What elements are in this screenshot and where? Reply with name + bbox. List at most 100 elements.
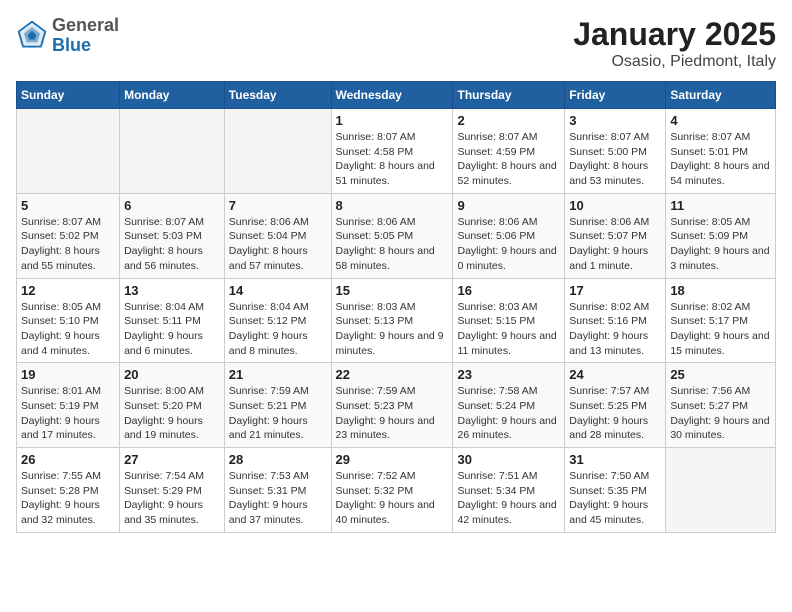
day-number: 28 (229, 452, 327, 467)
calendar-cell (666, 448, 776, 533)
day-info: Sunrise: 8:02 AM Sunset: 5:17 PM Dayligh… (670, 300, 771, 359)
calendar-cell: 20 Sunrise: 8:00 AM Sunset: 5:20 PM Dayli… (120, 363, 225, 448)
day-number: 22 (336, 367, 449, 382)
day-info: Sunrise: 8:00 AM Sunset: 5:20 PM Dayligh… (124, 384, 220, 443)
calendar-cell: 1Sunrise: 8:07 AM Sunset: 4:58 PM Daylig… (331, 109, 453, 194)
day-info: Sunrise: 8:04 AM Sunset: 5:11 PM Dayligh… (124, 300, 220, 359)
day-number: 10 (569, 198, 661, 213)
calendar-body: 1Sunrise: 8:07 AM Sunset: 4:58 PM Daylig… (17, 109, 776, 533)
day-number: 29 (336, 452, 449, 467)
day-number: 20 (124, 367, 220, 382)
day-number: 18 (670, 283, 771, 298)
calendar-cell: 7Sunrise: 8:06 AM Sunset: 5:04 PM Daylig… (224, 193, 331, 278)
calendar-cell: 11 Sunrise: 8:05 AM Sunset: 5:09 PM Dayli… (666, 193, 776, 278)
day-info: Sunrise: 8:03 AM Sunset: 5:13 PM Dayligh… (336, 300, 449, 359)
day-number: 30 (457, 452, 560, 467)
calendar-cell (17, 109, 120, 194)
calendar-cell: 24 Sunrise: 7:57 AM Sunset: 5:25 PM Dayli… (565, 363, 666, 448)
logo: General Blue (16, 16, 119, 56)
day-info: Sunrise: 7:55 AM Sunset: 5:28 PM Dayligh… (21, 469, 115, 528)
calendar-cell: 27Sunrise: 7:54 AM Sunset: 5:29 PM Dayli… (120, 448, 225, 533)
day-number: 24 (569, 367, 661, 382)
day-info: Sunrise: 7:52 AM Sunset: 5:32 PM Dayligh… (336, 469, 449, 528)
day-info: Sunrise: 7:51 AM Sunset: 5:34 PM Dayligh… (457, 469, 560, 528)
day-number: 5 (21, 198, 115, 213)
day-info: Sunrise: 7:50 AM Sunset: 5:35 PM Dayligh… (569, 469, 661, 528)
day-info: Sunrise: 8:03 AM Sunset: 5:15 PM Dayligh… (457, 300, 560, 359)
calendar-cell: 22 Sunrise: 7:59 AM Sunset: 5:23 PM Dayli… (331, 363, 453, 448)
calendar-cell: 18 Sunrise: 8:02 AM Sunset: 5:17 PM Dayli… (666, 278, 776, 363)
calendar-cell: 2Sunrise: 8:07 AM Sunset: 4:59 PM Daylig… (453, 109, 565, 194)
page-header: General Blue January 2025 Osasio, Piedmo… (16, 16, 776, 71)
day-info: Sunrise: 8:07 AM Sunset: 5:03 PM Dayligh… (124, 215, 220, 274)
calendar-title-block: January 2025 Osasio, Piedmont, Italy (573, 16, 776, 71)
calendar-cell: 3Sunrise: 8:07 AM Sunset: 5:00 PM Daylig… (565, 109, 666, 194)
calendar-cell: 8Sunrise: 8:06 AM Sunset: 5:05 PM Daylig… (331, 193, 453, 278)
week-row-1: 1Sunrise: 8:07 AM Sunset: 4:58 PM Daylig… (17, 109, 776, 194)
calendar-cell: 28 Sunrise: 7:53 AM Sunset: 5:31 PM Dayli… (224, 448, 331, 533)
day-number: 3 (569, 113, 661, 128)
day-number: 12 (21, 283, 115, 298)
week-row-3: 12 Sunrise: 8:05 AM Sunset: 5:10 PM Dayli… (17, 278, 776, 363)
calendar-cell: 6 Sunrise: 8:07 AM Sunset: 5:03 PM Daylig… (120, 193, 225, 278)
calendar-cell: 23 Sunrise: 7:58 AM Sunset: 5:24 PM Dayli… (453, 363, 565, 448)
day-of-week-friday: Friday (565, 82, 666, 109)
calendar-cell: 17 Sunrise: 8:02 AM Sunset: 5:16 PM Dayli… (565, 278, 666, 363)
week-row-2: 5 Sunrise: 8:07 AM Sunset: 5:02 PM Daylig… (17, 193, 776, 278)
calendar-cell: 26 Sunrise: 7:55 AM Sunset: 5:28 PM Dayli… (17, 448, 120, 533)
calendar-cell: 30 Sunrise: 7:51 AM Sunset: 5:34 PM Dayli… (453, 448, 565, 533)
logo-blue-text: Blue (52, 36, 119, 56)
day-info: Sunrise: 7:56 AM Sunset: 5:27 PM Dayligh… (670, 384, 771, 443)
calendar-cell: 15 Sunrise: 8:03 AM Sunset: 5:13 PM Dayli… (331, 278, 453, 363)
day-number: 21 (229, 367, 327, 382)
day-number: 13 (124, 283, 220, 298)
day-info: Sunrise: 8:07 AM Sunset: 5:01 PM Dayligh… (670, 130, 771, 189)
day-info: Sunrise: 8:07 AM Sunset: 5:02 PM Dayligh… (21, 215, 115, 274)
day-info: Sunrise: 7:59 AM Sunset: 5:23 PM Dayligh… (336, 384, 449, 443)
day-info: Sunrise: 7:53 AM Sunset: 5:31 PM Dayligh… (229, 469, 327, 528)
day-info: Sunrise: 8:07 AM Sunset: 4:58 PM Dayligh… (336, 130, 449, 189)
calendar-cell: 16Sunrise: 8:03 AM Sunset: 5:15 PM Dayli… (453, 278, 565, 363)
day-info: Sunrise: 7:59 AM Sunset: 5:21 PM Dayligh… (229, 384, 327, 443)
calendar-header: SundayMondayTuesdayWednesdayThursdayFrid… (17, 82, 776, 109)
day-number: 25 (670, 367, 771, 382)
day-info: Sunrise: 8:01 AM Sunset: 5:19 PM Dayligh… (21, 384, 115, 443)
day-number: 6 (124, 198, 220, 213)
day-number: 17 (569, 283, 661, 298)
days-of-week-row: SundayMondayTuesdayWednesdayThursdayFrid… (17, 82, 776, 109)
day-number: 14 (229, 283, 327, 298)
day-info: Sunrise: 8:05 AM Sunset: 5:10 PM Dayligh… (21, 300, 115, 359)
calendar-cell (224, 109, 331, 194)
day-number: 4 (670, 113, 771, 128)
day-info: Sunrise: 7:57 AM Sunset: 5:25 PM Dayligh… (569, 384, 661, 443)
day-info: Sunrise: 8:04 AM Sunset: 5:12 PM Dayligh… (229, 300, 327, 359)
day-of-week-tuesday: Tuesday (224, 82, 331, 109)
day-info: Sunrise: 8:02 AM Sunset: 5:16 PM Dayligh… (569, 300, 661, 359)
day-of-week-thursday: Thursday (453, 82, 565, 109)
week-row-5: 26 Sunrise: 7:55 AM Sunset: 5:28 PM Dayli… (17, 448, 776, 533)
day-number: 19 (21, 367, 115, 382)
day-number: 9 (457, 198, 560, 213)
calendar-cell: 5 Sunrise: 8:07 AM Sunset: 5:02 PM Daylig… (17, 193, 120, 278)
calendar-title: January 2025 (573, 16, 776, 53)
day-info: Sunrise: 8:06 AM Sunset: 5:07 PM Dayligh… (569, 215, 661, 274)
calendar-cell: 13 Sunrise: 8:04 AM Sunset: 5:11 PM Dayli… (120, 278, 225, 363)
day-number: 31 (569, 452, 661, 467)
day-info: Sunrise: 7:58 AM Sunset: 5:24 PM Dayligh… (457, 384, 560, 443)
day-of-week-wednesday: Wednesday (331, 82, 453, 109)
day-number: 26 (21, 452, 115, 467)
day-number: 2 (457, 113, 560, 128)
day-info: Sunrise: 8:05 AM Sunset: 5:09 PM Dayligh… (670, 215, 771, 274)
day-number: 23 (457, 367, 560, 382)
calendar-cell: 10 Sunrise: 8:06 AM Sunset: 5:07 PM Dayli… (565, 193, 666, 278)
day-info: Sunrise: 8:06 AM Sunset: 5:05 PM Dayligh… (336, 215, 449, 274)
day-number: 15 (336, 283, 449, 298)
calendar-cell: 29 Sunrise: 7:52 AM Sunset: 5:32 PM Dayli… (331, 448, 453, 533)
day-of-week-monday: Monday (120, 82, 225, 109)
week-row-4: 19 Sunrise: 8:01 AM Sunset: 5:19 PM Dayli… (17, 363, 776, 448)
day-number: 11 (670, 198, 771, 213)
day-info: Sunrise: 8:06 AM Sunset: 5:06 PM Dayligh… (457, 215, 560, 274)
day-of-week-saturday: Saturday (666, 82, 776, 109)
calendar-subtitle: Osasio, Piedmont, Italy (573, 53, 776, 71)
calendar-cell: 21 Sunrise: 7:59 AM Sunset: 5:21 PM Dayli… (224, 363, 331, 448)
